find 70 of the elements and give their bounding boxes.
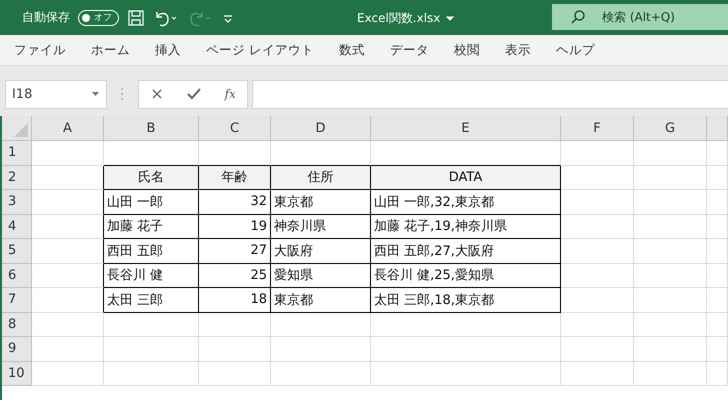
ribbon-tab[interactable]: 数式 (332, 42, 374, 58)
row-header[interactable]: 1 (2, 141, 32, 166)
row-header[interactable]: 9 (2, 337, 32, 362)
table-cell: 東京都 (271, 288, 371, 312)
table-cell: 住所 (271, 166, 371, 190)
column-header[interactable]: A (32, 116, 104, 141)
table-cell: DATA (371, 166, 561, 190)
ribbon-tab[interactable]: ヘルプ (550, 42, 604, 58)
table-cell: 19 (199, 214, 271, 239)
ribbon-tab[interactable]: ページ レイアウト (200, 42, 323, 58)
column-header[interactable]: B (104, 116, 199, 141)
ribbon-tab[interactable]: 挿入 (149, 42, 190, 58)
table-cell: 年齢 (199, 166, 271, 190)
table-cell: 大阪府 (271, 239, 371, 264)
table-cell: 加藤 花子 (104, 214, 199, 239)
table-cell: 神奈川県 (271, 214, 371, 239)
table-cell: 東京都 (271, 190, 371, 214)
column-header[interactable]: E (371, 116, 561, 141)
row-header[interactable]: 3 (2, 190, 32, 214)
table-cell: 山田 一郎,32,東京都 (371, 190, 561, 214)
sheet-cell[interactable] (32, 214, 104, 239)
row-header[interactable]: 2 (2, 166, 32, 190)
search-icon (570, 9, 586, 25)
ribbon-tab[interactable]: 表示 (498, 42, 540, 58)
table-cell: 山田 一郎 (104, 190, 199, 214)
sheet-cell[interactable] (32, 264, 104, 288)
table-cell: 長谷川 健 (104, 264, 199, 288)
name-box[interactable]: I18 (5, 80, 107, 108)
column-header[interactable]: C (199, 116, 271, 141)
select-all-icon[interactable] (14, 123, 28, 137)
row-header[interactable]: 4 (2, 214, 32, 239)
autosave-label: 自動保存 (22, 9, 70, 26)
check-icon[interactable] (186, 87, 202, 101)
row-header[interactable]: 7 (2, 288, 32, 312)
ribbon-tab[interactable]: 校閲 (448, 42, 489, 58)
table-cell: 加藤 花子,19,神奈川県 (371, 214, 561, 239)
insert-function-button[interactable]: fx (224, 87, 236, 101)
table-cell: 27 (199, 239, 271, 264)
column-header[interactable]: G (634, 116, 707, 141)
drag-handle-icon[interactable] (120, 87, 124, 101)
table-cell: 長谷川 健,25,愛知県 (371, 264, 561, 288)
caret-icon[interactable] (446, 16, 454, 22)
table-cell: 氏名 (104, 166, 199, 190)
autosave-toggle[interactable]: オフ (78, 10, 119, 26)
table-cell: 愛知県 (271, 264, 371, 288)
row-header[interactable]: 8 (2, 312, 32, 337)
ribbon-tab[interactable]: ファイル (8, 42, 75, 58)
table-cell: 西田 五郎,27,大阪府 (371, 239, 561, 264)
table-cell: 25 (199, 264, 271, 288)
sheet-cell[interactable] (32, 288, 104, 312)
table-cell: 18 (199, 288, 271, 312)
ribbon-tab[interactable]: ホーム (85, 42, 139, 58)
file-name[interactable]: Excel関数.xlsx (357, 10, 440, 27)
save-icon[interactable] (127, 8, 145, 26)
search-field[interactable]: 検索 (Alt+Q) (552, 4, 728, 30)
column-header[interactable]: D (271, 116, 371, 141)
row-header[interactable]: 6 (2, 264, 32, 288)
cancel-icon[interactable] (150, 87, 164, 101)
row-header[interactable]: 10 (2, 362, 32, 386)
table-cell: 太田 三郎,18,東京都 (371, 288, 561, 312)
sheet-cell[interactable] (32, 190, 104, 214)
row-header[interactable]: 5 (2, 239, 32, 264)
caret-icon[interactable] (91, 91, 100, 97)
table-cell: 32 (199, 190, 271, 214)
table-cell: 西田 五郎 (104, 239, 199, 264)
sheet-cell[interactable] (32, 239, 104, 264)
ribbon-tab[interactable]: データ (384, 42, 438, 58)
column-header[interactable] (707, 116, 728, 141)
table-cell: 太田 三郎 (104, 288, 199, 312)
column-header[interactable]: F (561, 116, 634, 141)
